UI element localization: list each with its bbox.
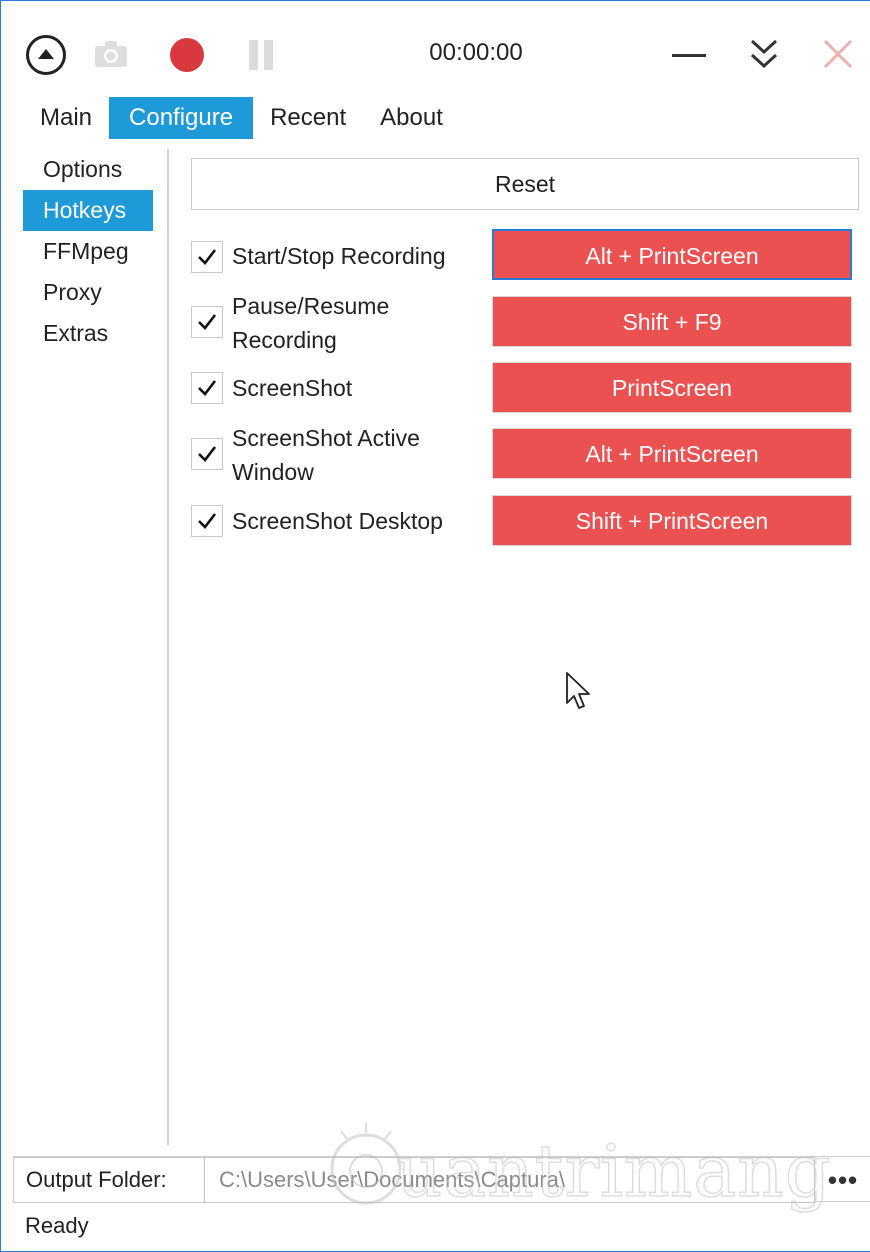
hotkey-key-button[interactable]: Alt + PrintScreen: [492, 428, 852, 479]
minimize-icon[interactable]: [671, 41, 707, 69]
record-icon[interactable]: [170, 38, 204, 72]
checkmark-icon: [198, 513, 217, 529]
double-chevron-down-icon[interactable]: [746, 35, 782, 73]
tab-configure[interactable]: Configure: [109, 97, 254, 139]
close-icon[interactable]: [819, 35, 857, 73]
checkmark-icon: [198, 446, 217, 462]
sidebar-item-hotkeys[interactable]: Hotkeys: [23, 190, 153, 231]
captura-window: 00:00:00 Main Configure Recent About Opt…: [0, 0, 870, 1252]
checkmark-icon: [198, 314, 217, 330]
toolbar: 00:00:00: [1, 1, 870, 93]
checkmark-icon: [198, 249, 217, 265]
hotkey-checkbox[interactable]: [191, 306, 223, 338]
tab-recent[interactable]: Recent: [253, 97, 363, 139]
hotkey-checkbox[interactable]: [191, 241, 223, 273]
sidebar-divider: [167, 149, 169, 1145]
config-sidebar: Options Hotkeys FFMpeg Proxy Extras: [23, 149, 163, 354]
status-text: Ready: [25, 1213, 89, 1238]
hotkey-label: ScreenShot Active Window: [232, 425, 420, 485]
hotkey-label: Start/Stop Recording: [232, 243, 446, 269]
main-tabs: Main Configure Recent About: [23, 97, 460, 139]
sidebar-item-options[interactable]: Options: [23, 149, 163, 190]
hotkey-checkbox[interactable]: [191, 505, 223, 537]
output-folder-label: Output Folder:: [13, 1157, 205, 1203]
recording-timer: 00:00:00: [429, 39, 523, 66]
output-folder-path[interactable]: C:\Users\User\Documents\Captura\: [205, 1157, 815, 1203]
pause-icon[interactable]: [244, 38, 278, 72]
sidebar-item-proxy[interactable]: Proxy: [23, 272, 163, 313]
hotkey-label: ScreenShot: [232, 375, 353, 401]
reset-button[interactable]: Reset: [191, 158, 859, 210]
collapse-up-icon[interactable]: [26, 35, 66, 75]
hotkey-key-button[interactable]: PrintScreen: [492, 362, 852, 413]
sidebar-item-extras[interactable]: Extras: [23, 313, 163, 354]
hotkey-checkbox[interactable]: [191, 438, 223, 470]
hotkey-label: ScreenShot Desktop: [232, 508, 443, 534]
tab-main[interactable]: Main: [23, 97, 109, 139]
checkmark-icon: [198, 380, 217, 396]
hotkey-key-button[interactable]: Shift + F9: [492, 296, 852, 347]
browse-folder-button[interactable]: •••: [815, 1157, 870, 1203]
hotkey-label: Pause/Resume Recording: [232, 293, 390, 353]
camera-icon[interactable]: [93, 39, 129, 69]
hotkey-checkbox[interactable]: [191, 372, 223, 404]
mouse-cursor-icon: [566, 672, 590, 709]
hotkey-key-button[interactable]: Alt + PrintScreen: [492, 229, 852, 280]
output-folder-row: Output Folder: C:\Users\User\Documents\C…: [13, 1156, 870, 1203]
tab-about[interactable]: About: [363, 97, 460, 139]
sidebar-item-ffmpeg[interactable]: FFMpeg: [23, 231, 163, 272]
hotkey-key-button[interactable]: Shift + PrintScreen: [492, 495, 852, 546]
